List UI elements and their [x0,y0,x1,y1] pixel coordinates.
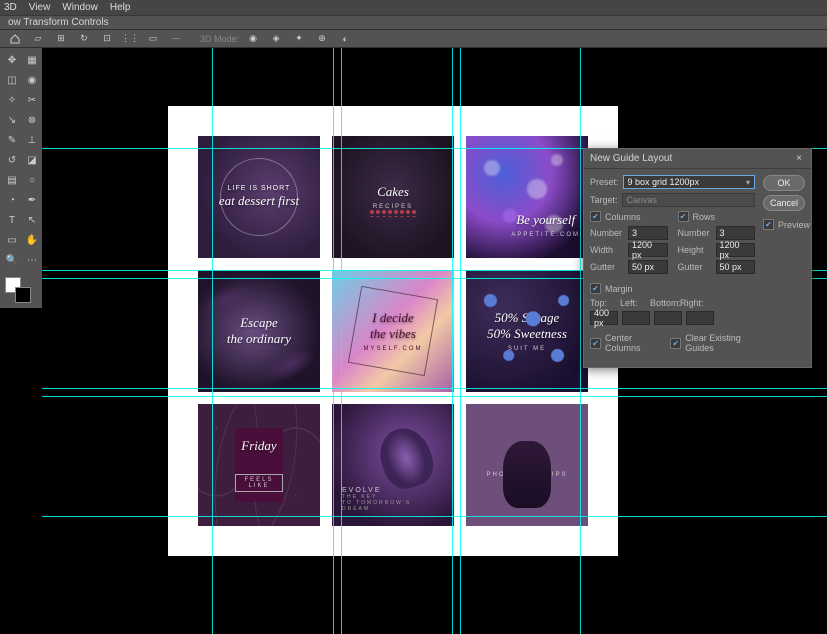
heal-tool-icon[interactable]: ⊗ [23,111,41,129]
menubar: 3D View Window Help [0,0,827,15]
grid-cell-5: I decidethe vibesMYSELF.COM [332,270,454,392]
guide-h[interactable] [42,388,827,389]
zoom-tool-icon[interactable]: 🔍 [3,251,21,269]
grid-cell-1: LIFE IS SHORTeat dessert first [198,136,320,258]
row-gutter-input[interactable]: 50 px [716,260,756,274]
3d-a[interactable]: ◉ [244,33,262,45]
guide-v[interactable] [341,48,342,634]
rows-label: Rows [693,212,716,222]
background-swatch[interactable] [15,287,31,303]
home-icon[interactable] [6,33,24,45]
margin-bottom-input[interactable] [654,311,682,325]
preset-label: Preset: [590,177,619,187]
tool-d[interactable]: ⊡ [98,33,116,45]
margin-top-input[interactable]: 400 px [590,311,618,325]
3d-d[interactable]: ⊕ [313,33,331,45]
tool-b[interactable]: ⊞ [52,33,70,45]
artboard-tool-icon[interactable]: ▦ [23,51,41,69]
eraser-tool-icon[interactable]: ◪ [23,151,41,169]
preview-checkbox[interactable] [763,219,774,230]
blur-tool-icon[interactable]: ○ [23,171,41,189]
dialog-title: New Guide Layout [590,153,672,164]
grid-cell-7: FridayFEELS LIKE [198,404,320,526]
columns-checkbox[interactable] [590,211,601,222]
eyedropper-tool-icon[interactable]: ↘ [3,111,21,129]
menu-window[interactable]: Window [62,2,98,13]
menu-view[interactable]: View [29,2,51,13]
guide-v[interactable] [452,48,453,634]
columns-label: Columns [605,212,641,222]
center-columns-checkbox[interactable] [590,338,601,349]
guide-v[interactable] [212,48,213,634]
canvas-toolbar: ▱ ⊞ ↻ ⊡ ⋮⋮ ▭ ⋯ 3D Mode: ◉ ◈ ✦ ⊕ ◐ [0,30,827,48]
preset-select[interactable]: 9 box grid 1200px▾ [623,175,755,189]
grid-cell-3: Be yourselfAPPETITE.COM [466,136,588,258]
stamp-tool-icon[interactable]: ⊥ [23,131,41,149]
cancel-button[interactable]: Cancel [763,195,805,211]
tool-c[interactable]: ↻ [75,33,93,45]
menu-help[interactable]: Help [110,2,131,13]
image-grid: LIFE IS SHORTeat dessert first CakesRECI… [198,136,588,526]
grid-cell-6: 50% Savage50% SweetnessSUIT ME [466,270,588,392]
marquee-tool-icon[interactable]: ◫ [3,71,21,89]
crop-tool-icon[interactable]: ✂ [23,91,41,109]
color-swatches[interactable] [3,275,39,305]
col-number-input[interactable]: 3 [628,226,668,240]
chevron-down-icon: ▾ [746,178,750,187]
history-brush-icon[interactable]: ↺ [3,151,21,169]
tool-e[interactable]: ⋮⋮ [121,33,139,45]
brush-tool-icon[interactable]: ✎ [3,131,21,149]
tools-panel: ✥ ▦ ◫ ◉ ✧ ✂ ↘ ⊗ ✎ ⊥ ↺ ◪ ▤ ○ ◔ ✒ T ↖ ▭ ✋ … [0,48,42,308]
clear-guides-checkbox[interactable] [670,338,681,349]
hand-tool-icon[interactable]: ✋ [23,231,41,249]
grid-cell-9: PurplePHOTOSHOP TIPS [466,404,588,526]
tool-g[interactable]: ⋯ [167,33,185,45]
margin-left-input[interactable] [622,311,650,325]
type-tool-icon[interactable]: T [3,211,21,229]
lasso-tool-icon[interactable]: ◉ [23,71,41,89]
row-number-input[interactable]: 3 [716,226,756,240]
guide-v[interactable] [333,48,334,634]
target-label: Target: [590,195,618,205]
gradient-tool-icon[interactable]: ▤ [3,171,21,189]
grid-cell-8: EVOLVETHE KEYTO TOMORROW'SDREAM [332,404,454,526]
wand-tool-icon[interactable]: ✧ [3,91,21,109]
menu-3d[interactable]: 3D [4,2,17,13]
move-tool-icon[interactable]: ✥ [3,51,21,69]
grid-cell-4: Escapethe ordinary [198,270,320,392]
margin-right-input[interactable] [686,311,714,325]
guide-v[interactable] [580,48,581,634]
pen-tool-icon[interactable]: ✒ [23,191,41,209]
col-width-input[interactable]: 1200 px [628,243,668,257]
margin-checkbox[interactable] [590,283,601,294]
grid-cell-2: CakesRECIPES [332,136,454,258]
guide-v[interactable] [460,48,461,634]
target-select: Canvas [622,193,755,207]
artboard: LIFE IS SHORTeat dessert first CakesRECI… [168,106,618,556]
close-icon[interactable]: × [793,153,805,164]
3d-e[interactable]: ◐ [336,33,354,45]
guide-h[interactable] [42,396,827,397]
rows-checkbox[interactable] [678,211,689,222]
new-guide-layout-dialog: New Guide Layout × Preset: 9 box grid 12… [583,148,812,368]
dodge-tool-icon[interactable]: ◔ [3,191,21,209]
shape-tool-icon[interactable]: ▭ [3,231,21,249]
3d-b[interactable]: ◈ [267,33,285,45]
tool-f[interactable]: ▭ [144,33,162,45]
options-bar: ow Transform Controls [0,15,827,30]
margin-label: Margin [605,284,633,294]
tool-a[interactable]: ▱ [29,33,47,45]
3d-c[interactable]: ✦ [290,33,308,45]
col-gutter-input[interactable]: 50 px [628,260,668,274]
guide-h[interactable] [42,516,827,517]
mode-label: 3D Mode: [200,34,239,44]
ok-button[interactable]: OK [763,175,805,191]
more-tool-icon[interactable]: ⋯ [23,251,41,269]
path-tool-icon[interactable]: ↖ [23,211,41,229]
row-height-input[interactable]: 1200 px [716,243,756,257]
